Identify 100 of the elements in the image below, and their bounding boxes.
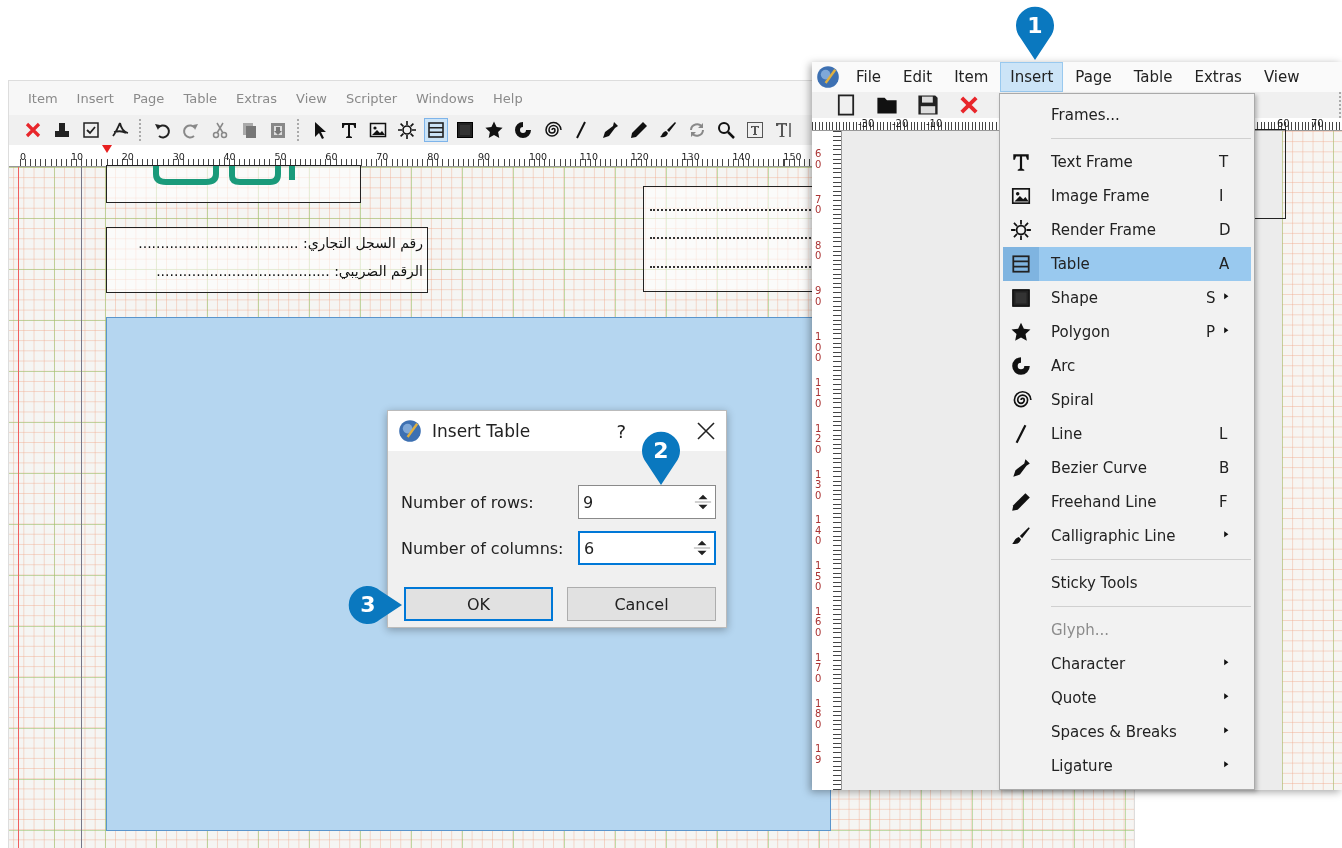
menu-item[interactable]: File bbox=[846, 62, 892, 92]
menu-item[interactable]: Image Frame I bbox=[1003, 179, 1251, 213]
ruler-number: 0 bbox=[20, 151, 27, 162]
position-marker bbox=[102, 145, 112, 153]
square-icon bbox=[1010, 287, 1032, 309]
ruler-number: 120 bbox=[814, 423, 823, 457]
ruler-number: 70 bbox=[1311, 118, 1325, 130]
ruler-number: 100 bbox=[528, 151, 548, 162]
menu-item[interactable]: Insert bbox=[1000, 62, 1064, 92]
shortcut-label: P bbox=[1206, 323, 1217, 341]
menu-item[interactable]: Sticky Tools bbox=[1003, 566, 1251, 600]
dialog-button[interactable]: OK bbox=[404, 587, 553, 621]
number-input[interactable]: 6 bbox=[584, 538, 693, 558]
pencil-icon bbox=[629, 120, 649, 140]
gear-icon bbox=[1010, 219, 1032, 241]
ruler-number: 110 bbox=[814, 378, 823, 411]
ruler-number: 70 bbox=[814, 194, 823, 218]
menu-item[interactable]: Render Frame D bbox=[1003, 213, 1251, 247]
shortcut-label: L bbox=[1219, 425, 1229, 443]
ruler-number: 50 bbox=[274, 151, 287, 162]
ruler-number: 10 bbox=[70, 151, 83, 162]
ruler-number: 130 bbox=[681, 151, 700, 162]
menu-item[interactable]: Page bbox=[1065, 62, 1122, 92]
menu-item[interactable]: Table bbox=[1123, 62, 1183, 92]
ruler-number: 130 bbox=[814, 469, 823, 503]
step-marker: 2 bbox=[640, 430, 682, 486]
shortcut-label: F bbox=[1219, 493, 1229, 511]
tool-button[interactable] bbox=[395, 118, 419, 142]
field-label: Number of rows: bbox=[401, 492, 534, 512]
menu-item[interactable]: Shape S bbox=[1003, 281, 1251, 315]
star-icon bbox=[1010, 321, 1032, 343]
menu-item[interactable]: Extras bbox=[1184, 62, 1252, 92]
menu-item[interactable]: Frames... bbox=[1003, 98, 1251, 132]
spin-box[interactable]: 6 bbox=[578, 531, 716, 565]
menu-item[interactable]: Spaces & Breaks bbox=[1003, 715, 1251, 749]
menu-item[interactable]: Bezier Curve B bbox=[1003, 451, 1251, 485]
text-tool-icon bbox=[339, 120, 359, 140]
app-logo-icon bbox=[816, 65, 840, 89]
menu-item[interactable]: Spiral bbox=[1003, 383, 1251, 417]
shortcut-label: D bbox=[1219, 221, 1232, 239]
menu-item[interactable]: Quote bbox=[1003, 681, 1251, 715]
form-line: الرقم الضريبي: ....................................... bbox=[155, 262, 424, 282]
ruler-number: 70 bbox=[376, 151, 389, 162]
menu-item[interactable]: Line L bbox=[1003, 417, 1251, 451]
gear-icon bbox=[397, 120, 417, 140]
scissors-icon bbox=[210, 120, 230, 140]
ruler-number: 100 bbox=[814, 332, 823, 366]
ruler-number: 19 bbox=[814, 744, 823, 767]
ruler-number: 120 bbox=[630, 151, 649, 162]
close-icon[interactable] bbox=[696, 421, 716, 441]
app-logo-icon bbox=[398, 419, 422, 443]
ruler-number: 180 bbox=[814, 698, 823, 732]
ruler-number: 90 bbox=[814, 286, 823, 309]
menu-item[interactable]: Text Frame T bbox=[1003, 145, 1251, 179]
menu-item[interactable]: View bbox=[1253, 62, 1310, 92]
tool-button[interactable] bbox=[424, 118, 448, 142]
menu-item[interactable]: Table A bbox=[1003, 247, 1251, 281]
dialog-title: Insert Table bbox=[432, 421, 532, 441]
shortcut-label: B bbox=[1219, 459, 1231, 477]
menu-item[interactable]: Arc bbox=[1003, 349, 1251, 383]
ruler-number: 60 bbox=[1277, 118, 1291, 130]
ruler-number: 170 bbox=[814, 652, 823, 686]
ruler-number: 80 bbox=[427, 151, 440, 162]
menu-item[interactable]: Character bbox=[1003, 647, 1251, 681]
menu-item[interactable]: Calligraphic Line bbox=[1003, 519, 1251, 553]
dialog-button[interactable]: Cancel bbox=[567, 587, 716, 621]
floppy-icon bbox=[916, 93, 940, 117]
table-icon bbox=[1010, 253, 1032, 275]
spin-arrows-icon bbox=[694, 493, 712, 511]
spin-box[interactable]: 9 bbox=[578, 485, 716, 519]
tool-button[interactable] bbox=[916, 93, 940, 117]
close-icon bbox=[23, 120, 43, 140]
menu-item[interactable]: Ligature bbox=[1003, 749, 1251, 783]
field-label: Number of columns: bbox=[401, 538, 564, 558]
ruler-number: -20 bbox=[892, 118, 910, 130]
step-marker: 3 bbox=[347, 584, 403, 626]
print-icon bbox=[52, 120, 72, 140]
spiral-icon bbox=[542, 120, 562, 140]
pen-nib-icon bbox=[1010, 457, 1032, 479]
menu-item[interactable]: Item bbox=[944, 62, 999, 92]
star-icon bbox=[484, 120, 504, 140]
menu-item[interactable]: Polygon P bbox=[1003, 315, 1251, 349]
help-button[interactable]: ? bbox=[614, 420, 628, 442]
ruler-number: -30 bbox=[858, 118, 876, 130]
ruler-number: 110 bbox=[579, 151, 598, 162]
number-input[interactable]: 9 bbox=[583, 492, 694, 512]
ruler-number: 40 bbox=[223, 151, 236, 162]
ruler-number: 80 bbox=[814, 240, 823, 264]
image-icon bbox=[1010, 185, 1032, 207]
shortcut-label: A bbox=[1219, 255, 1231, 273]
refresh-icon bbox=[687, 120, 707, 140]
pie-icon bbox=[1010, 355, 1032, 377]
paste-icon bbox=[268, 120, 288, 140]
ruler-number: -10 bbox=[926, 118, 944, 130]
menu-item[interactable]: Freehand Line F bbox=[1003, 485, 1251, 519]
menu-item[interactable]: Edit bbox=[893, 62, 943, 92]
brush-icon bbox=[658, 120, 678, 140]
step-marker: 1 bbox=[1014, 5, 1056, 61]
ruler-number: 60 bbox=[325, 151, 338, 162]
image-icon bbox=[368, 120, 388, 140]
